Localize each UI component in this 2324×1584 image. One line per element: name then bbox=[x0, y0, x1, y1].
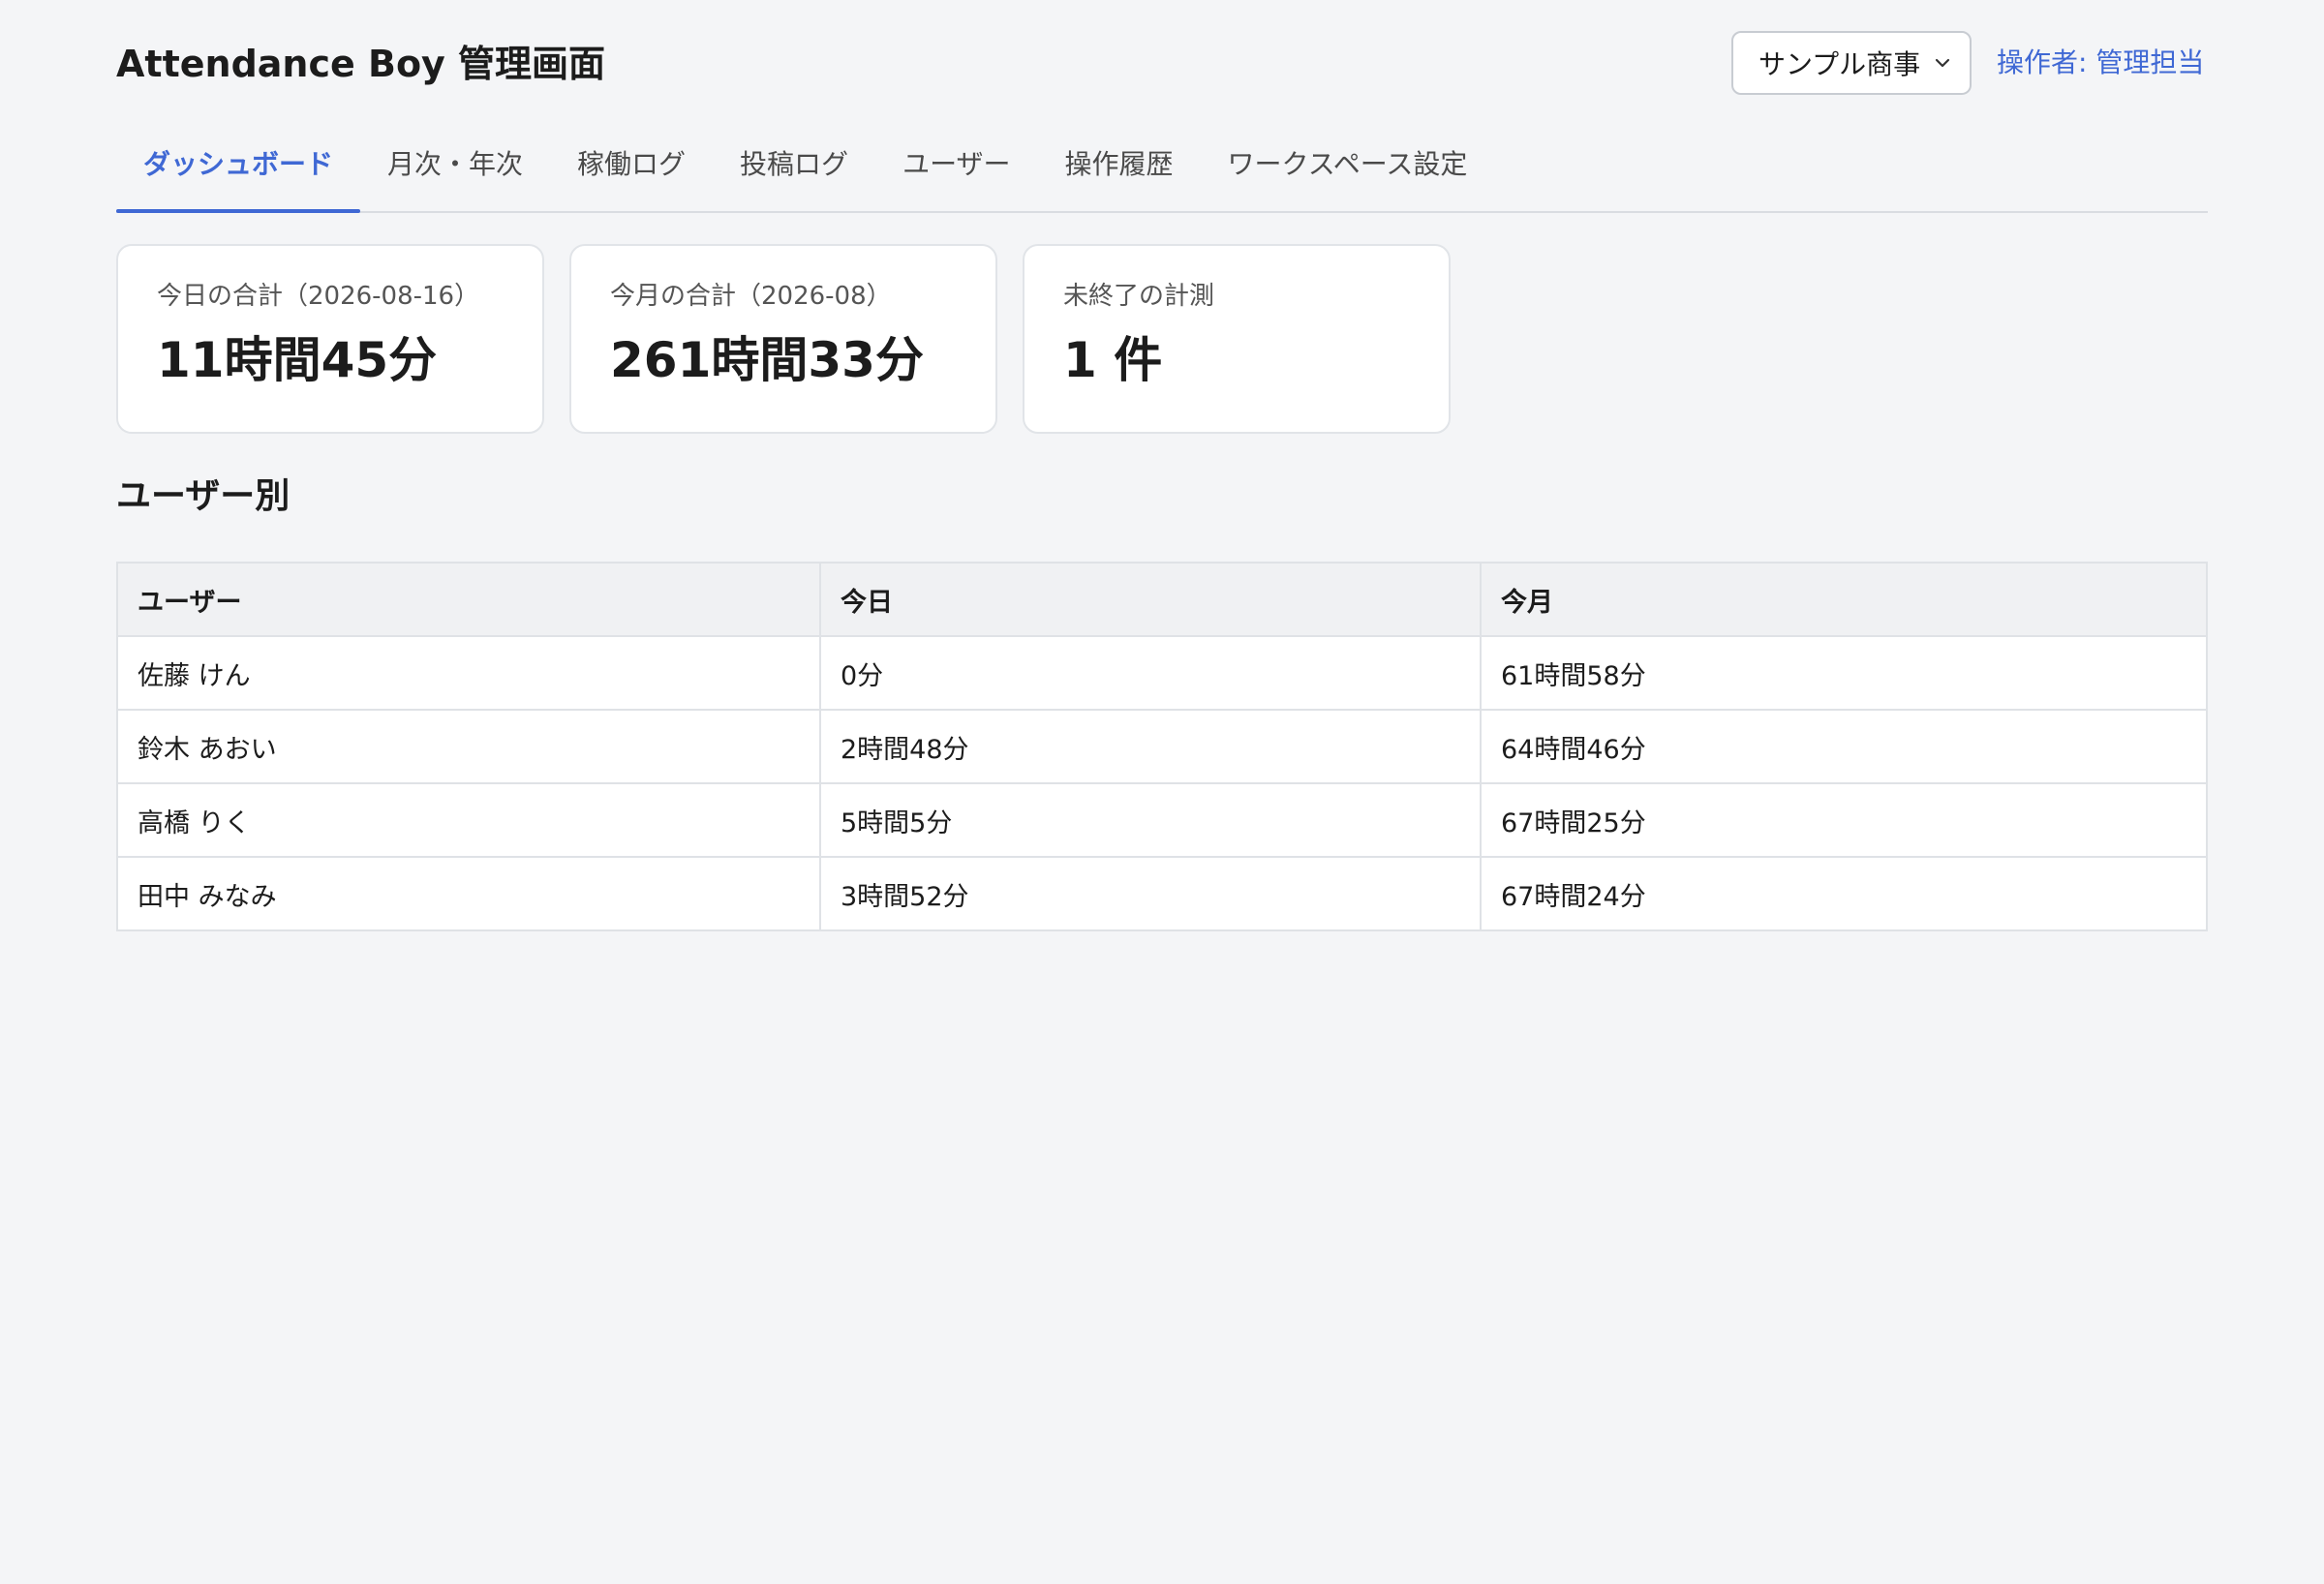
cell-today: 5時間5分 bbox=[819, 782, 1482, 858]
page-header: Attendance Boy 管理画面 サンプル商事 操作者: 管理担当 bbox=[116, 0, 2208, 128]
column-header-month: 今月 bbox=[1480, 562, 2208, 637]
section-title: ユーザー別 bbox=[116, 476, 290, 516]
stat-label: 今月の合計（2026-08） bbox=[610, 282, 892, 311]
tab-users[interactable]: ユーザー bbox=[875, 128, 1037, 211]
stat-card-month: 今月の合計（2026-08） 261時間33分 bbox=[569, 244, 997, 434]
table-row: 鈴木 あおい 2時間48分 64時間46分 bbox=[116, 709, 2208, 784]
tab-workspace-settings[interactable]: ワークスペース設定 bbox=[1201, 128, 1495, 211]
stat-cards: 今日の合計（2026-08-16） 11時間45分 今月の合計（2026-08）… bbox=[116, 244, 1451, 434]
stat-card-today: 今日の合計（2026-08-16） 11時間45分 bbox=[116, 244, 544, 434]
cell-month: 61時間58分 bbox=[1480, 635, 2208, 711]
cell-user: 鈴木 あおい bbox=[116, 709, 821, 784]
stat-value: 11時間45分 bbox=[157, 332, 438, 388]
cell-today: 2時間48分 bbox=[819, 709, 1482, 784]
cell-user: 高橋 りく bbox=[116, 782, 821, 858]
operator-link[interactable]: 操作者: 管理担当 bbox=[1997, 43, 2204, 83]
tab-monthly-yearly[interactable]: 月次・年次 bbox=[360, 128, 550, 211]
workspace-select[interactable]: サンプル商事 bbox=[1731, 31, 1972, 95]
table-row: 田中 みなみ 3時間52分 67時間24分 bbox=[116, 856, 2208, 931]
tab-bar: ダッシュボード 月次・年次 稼働ログ 投稿ログ ユーザー 操作履歴 ワークスペー… bbox=[116, 128, 2208, 213]
tab-dashboard[interactable]: ダッシュボード bbox=[116, 128, 361, 213]
cell-month: 67時間24分 bbox=[1480, 856, 2208, 931]
user-summary-table: ユーザー 今日 今月 佐藤 けん 0分 61時間58分 鈴木 あおい 2時間48… bbox=[116, 562, 2208, 931]
stat-label: 未終了の計測 bbox=[1063, 282, 1215, 311]
stat-value: 1 件 bbox=[1063, 332, 1163, 388]
column-header-today: 今日 bbox=[819, 562, 1482, 637]
column-header-user: ユーザー bbox=[116, 562, 821, 637]
cell-today: 0分 bbox=[819, 635, 1482, 711]
cell-month: 67時間25分 bbox=[1480, 782, 2208, 858]
cell-user: 田中 みなみ bbox=[116, 856, 821, 931]
admin-page: Attendance Boy 管理画面 サンプル商事 操作者: 管理担当 ダッシ… bbox=[116, 0, 2208, 931]
tab-work-log[interactable]: 稼働ログ bbox=[550, 128, 713, 211]
stat-value: 261時間33分 bbox=[610, 332, 924, 388]
tab-post-log[interactable]: 投稿ログ bbox=[713, 128, 875, 211]
table-row: 佐藤 けん 0分 61時間58分 bbox=[116, 635, 2208, 711]
app-title: Attendance Boy 管理画面 bbox=[116, 43, 606, 85]
workspace-select-value: サンプル商事 bbox=[1758, 48, 1921, 80]
cell-today: 3時間52分 bbox=[819, 856, 1482, 931]
chevron-down-icon bbox=[1935, 58, 1950, 68]
cell-user: 佐藤 けん bbox=[116, 635, 821, 711]
table-header-row: ユーザー 今日 今月 bbox=[116, 562, 2208, 637]
stat-card-open-timers: 未終了の計測 1 件 bbox=[1023, 244, 1451, 434]
table-row: 高橋 りく 5時間5分 67時間25分 bbox=[116, 782, 2208, 858]
cell-month: 64時間46分 bbox=[1480, 709, 2208, 784]
tab-operation-history[interactable]: 操作履歴 bbox=[1038, 128, 1201, 211]
stat-label: 今日の合計（2026-08-16） bbox=[157, 282, 480, 311]
